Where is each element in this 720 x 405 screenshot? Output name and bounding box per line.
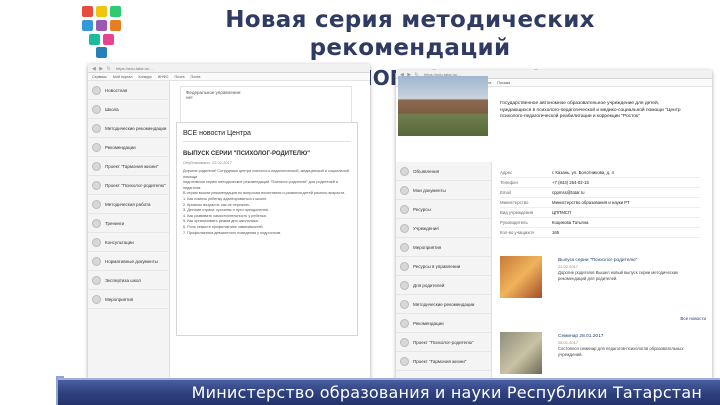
sidebar-item[interactable]: Объявления	[396, 162, 491, 181]
menu-icon	[400, 204, 409, 214]
news-item[interactable]: Выпуск серии "Психолог-родителю" 22.02.2…	[500, 256, 706, 308]
menu-icon	[400, 166, 409, 176]
sidebar-item[interactable]: Учреждения	[396, 219, 491, 238]
browser-nav-icons[interactable]: ◀ ▶ ↻	[92, 66, 112, 72]
news-paragraph: Дорогие родители! Сотрудники центра псих…	[183, 169, 349, 179]
menu-icon	[92, 180, 101, 190]
detail-row: Руководитель Коцинова Татьяна	[500, 218, 700, 228]
detail-row: Кол-во учащихся 165	[500, 228, 700, 238]
bookmark[interactable]: Мой портал	[113, 73, 133, 80]
menu-icon	[400, 223, 409, 233]
sidebar-item[interactable]: Проект "Гармония жизни"	[396, 352, 491, 371]
news-body: Дорогие родители! Сотрудники центра псих…	[183, 169, 351, 236]
logo-tile	[89, 34, 100, 45]
school-building-photo	[398, 76, 488, 136]
logo-tile	[110, 20, 121, 31]
sidebar-item[interactable]: Ресурсы	[396, 200, 491, 219]
menu-icon	[92, 161, 101, 171]
menu-icon	[92, 237, 101, 247]
info-value: нет	[186, 95, 193, 100]
menu-icon	[400, 318, 409, 328]
menu-icon	[400, 261, 409, 271]
logo-tile	[110, 6, 121, 17]
footer-text: Министерство образования и науки Республ…	[191, 383, 702, 402]
sidebar-item[interactable]: Экспертиза школ	[88, 271, 169, 290]
menu-icon	[400, 185, 409, 195]
detail-row: Email cppmss@tatar.ru	[500, 188, 700, 198]
bookmark[interactable]: Сервисы	[92, 73, 107, 80]
all-news-link[interactable]: Все новости	[680, 316, 706, 321]
bookmark[interactable]: Письма	[497, 79, 510, 86]
bookmark[interactable]: Конкурс	[139, 73, 152, 80]
detail-row: Телефон +7 (843) 254-02-15	[500, 178, 700, 188]
sidebar-item[interactable]: Проект "Гармония жизни"	[88, 157, 169, 176]
news-paragraph: подготовили серию методических рекоменда…	[183, 180, 339, 190]
left-sidebar: Новостная Школа Методические рекомендаци…	[88, 81, 170, 382]
title-line-1: Новая серия методических рекомендаций	[225, 7, 595, 61]
bookmark[interactable]: ИНФО	[158, 73, 169, 80]
bookmarks-bar: Сервисы Мой портал Конкурс ИНФО Почта По…	[88, 73, 370, 81]
news-paragraph: 7. Профилактика девиантного поведения у …	[183, 230, 282, 235]
logo-tile	[96, 47, 107, 58]
news-date: Опубликовано: 22.02.2017	[183, 160, 233, 165]
school-name: Государственное автономное образовательн…	[500, 101, 681, 119]
address-url[interactable]: https://edu.tatar.ru/...	[116, 66, 153, 71]
detail-row: Вид учреждения ЦППМСП	[500, 208, 700, 218]
menu-icon	[400, 337, 409, 347]
bookmark[interactable]: Почта	[190, 73, 200, 80]
sidebar-item[interactable]: Проект "Психолог-родителю"	[396, 333, 491, 352]
menu-icon	[92, 256, 101, 266]
menu-icon	[92, 199, 101, 209]
right-sidebar: Объявления Мои документы Ресурсы Учрежде…	[396, 162, 492, 382]
news-thumbnail[interactable]	[500, 256, 542, 298]
news-thumbnail[interactable]	[500, 332, 542, 374]
sidebar-item[interactable]: Методические рекомендации	[88, 119, 169, 138]
sidebar-item[interactable]: Мероприятия	[88, 290, 169, 309]
right-screenshot: ◀ ▶ ↻ https://edu.tatar.ru/... Сервисы М…	[396, 70, 712, 382]
menu-icon	[400, 356, 409, 366]
school-details: Адрес г. Казань, ул. Болотникова, д. 4 Те…	[500, 168, 700, 238]
sidebar-item[interactable]: Тренинги	[88, 214, 169, 233]
news-heading[interactable]: ВСЕ новости Центра	[183, 130, 351, 142]
sidebar-item[interactable]: Школа	[88, 100, 169, 119]
sidebar-item[interactable]: Нормативные документы	[88, 252, 169, 271]
logo-tile	[103, 34, 114, 45]
info-panel: Федеральное управление: нет	[180, 86, 352, 126]
menu-icon	[92, 142, 101, 152]
left-screenshot: ◀ ▶ ↻ https://edu.tatar.ru/... Сервисы М…	[88, 64, 370, 382]
browser-address-bar: ◀ ▶ ↻ https://edu.tatar.ru/...	[88, 64, 370, 73]
detail-row: Адрес г. Казань, ул. Болотникова, д. 4	[500, 168, 700, 178]
menu-icon	[400, 299, 409, 309]
menu-icon	[92, 104, 101, 114]
news-card: ВСЕ новости Центра ВЫПУСК СЕРИИ "ПСИХОЛО…	[176, 122, 358, 336]
sidebar-item[interactable]: Для родителей	[396, 276, 491, 295]
logo-tile	[96, 20, 107, 31]
logo-tile	[82, 6, 93, 17]
sidebar-item[interactable]: Мероприятия	[396, 238, 491, 257]
menu-icon	[92, 294, 101, 304]
bookmark[interactable]: Почта	[174, 73, 184, 80]
sidebar-item[interactable]: Мои документы	[396, 181, 491, 200]
logo-tile	[96, 6, 107, 17]
menu-icon	[400, 242, 409, 252]
detail-row: Министерство Министерство образования и н…	[500, 198, 700, 208]
news-title[interactable]: ВЫПУСК СЕРИИ "ПСИХОЛОГ-РОДИТЕЛЮ"	[183, 151, 351, 157]
sidebar-item[interactable]: Новостная	[88, 81, 169, 100]
sidebar-item[interactable]: Методическая работа	[88, 195, 169, 214]
footer-bar: Министерство образования и науки Республ…	[58, 378, 720, 405]
sidebar-item[interactable]: Методические рекомендации	[396, 295, 491, 314]
menu-icon	[92, 218, 101, 228]
news-item[interactable]: Семинар 28.01.2017 28.01.2017 Состоялся …	[500, 332, 706, 382]
menu-icon	[400, 280, 409, 290]
sidebar-item[interactable]: Ресурсы в управлении	[396, 257, 491, 276]
menu-icon	[92, 123, 101, 133]
sidebar-item[interactable]: Рекомендации	[396, 314, 491, 333]
sidebar-item[interactable]: Проект "Психолог-родителю"	[88, 176, 169, 195]
ministry-logo	[80, 6, 126, 58]
sidebar-item[interactable]: Консультации	[88, 233, 169, 252]
menu-icon	[92, 275, 101, 285]
menu-icon	[92, 85, 101, 95]
logo-tile	[82, 20, 93, 31]
sidebar-item[interactable]: Рекомендации	[88, 138, 169, 157]
